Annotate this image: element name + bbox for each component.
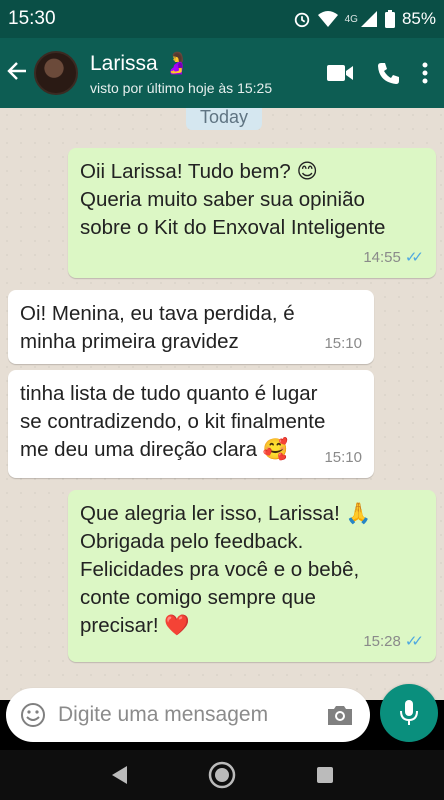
contact-name: Larissa (90, 51, 158, 75)
status-icons: 4G 85% (293, 9, 436, 29)
alarm-icon (294, 12, 309, 28)
message-time: 15:28 (363, 633, 401, 650)
message-text: Que alegria ler isso, Larissa! 🙏 Obrigad… (80, 502, 372, 637)
message-bubble-outgoing[interactable]: Que alegria ler isso, Larissa! 🙏 Obrigad… (68, 490, 436, 662)
nav-back-icon[interactable] (109, 764, 129, 786)
message-meta: 15:10 (324, 330, 362, 358)
message-input-placeholder: Digite uma mensagem (58, 703, 269, 726)
emoji-icon[interactable] (20, 702, 46, 728)
contact-info[interactable]: Larissa 🤰 visto por último hoje às 15:25 (90, 51, 272, 96)
nav-recents-icon[interactable] (315, 765, 335, 785)
network-type: 4G (344, 13, 358, 25)
read-ticks-icon: ✓✓ (404, 249, 424, 266)
battery-percent: 85% (401, 9, 436, 28)
last-seen: visto por último hoje às 15:25 (90, 79, 273, 96)
message-bubble-outgoing[interactable]: Oii Larissa! Tudo bem? 😊 Queria muito sa… (68, 148, 436, 278)
message-bubble-incoming[interactable]: tinha lista de tudo quanto é lugar se co… (8, 370, 374, 478)
arrow-left-icon[interactable] (6, 58, 32, 89)
chat-header: Larissa 🤰 visto por último hoje às 15:25 (0, 38, 444, 108)
message-time: 15:10 (324, 449, 362, 466)
status-time: 15:30 (8, 8, 56, 29)
message-time: 14:55 (363, 249, 401, 266)
message-meta: 15:10 (324, 444, 362, 472)
header-actions (326, 61, 428, 85)
compose-bar: Digite uma mensagem (0, 684, 444, 750)
chat-area[interactable]: Today Oii Larissa! Tudo bem? 😊 Queria mu… (0, 108, 444, 700)
battery-icon (384, 10, 395, 28)
message-meta: 15:28 ✓✓ (363, 628, 424, 656)
message-text: Oii Larissa! Tudo bem? 😊 Queria muito sa… (80, 160, 386, 239)
camera-icon[interactable] (326, 703, 354, 727)
video-call-icon[interactable] (326, 63, 354, 83)
mic-icon (400, 700, 418, 725)
date-chip: Today (186, 108, 262, 130)
more-vert-icon[interactable] (422, 62, 428, 84)
message-text: Oi! Menina, eu tava perdida, é minha pri… (20, 302, 295, 353)
status-bar: 15:30 4G 85% (0, 0, 444, 38)
wifi-icon (317, 11, 338, 27)
message-time: 15:10 (324, 335, 362, 352)
phone-icon[interactable] (376, 61, 400, 85)
message-text: tinha lista de tudo quanto é lugar se co… (20, 382, 326, 461)
message-input[interactable]: Digite uma mensagem (6, 688, 370, 742)
contact-emoji: 🤰 (163, 50, 190, 75)
nav-home-icon[interactable] (207, 760, 237, 790)
system-nav-bar (0, 750, 444, 800)
mic-button[interactable] (380, 684, 438, 742)
avatar[interactable] (34, 51, 78, 95)
signal-icon (360, 11, 377, 27)
message-meta: 14:55 ✓✓ (363, 244, 424, 272)
read-ticks-icon: ✓✓ (404, 633, 424, 650)
message-bubble-incoming[interactable]: Oi! Menina, eu tava perdida, é minha pri… (8, 290, 374, 364)
